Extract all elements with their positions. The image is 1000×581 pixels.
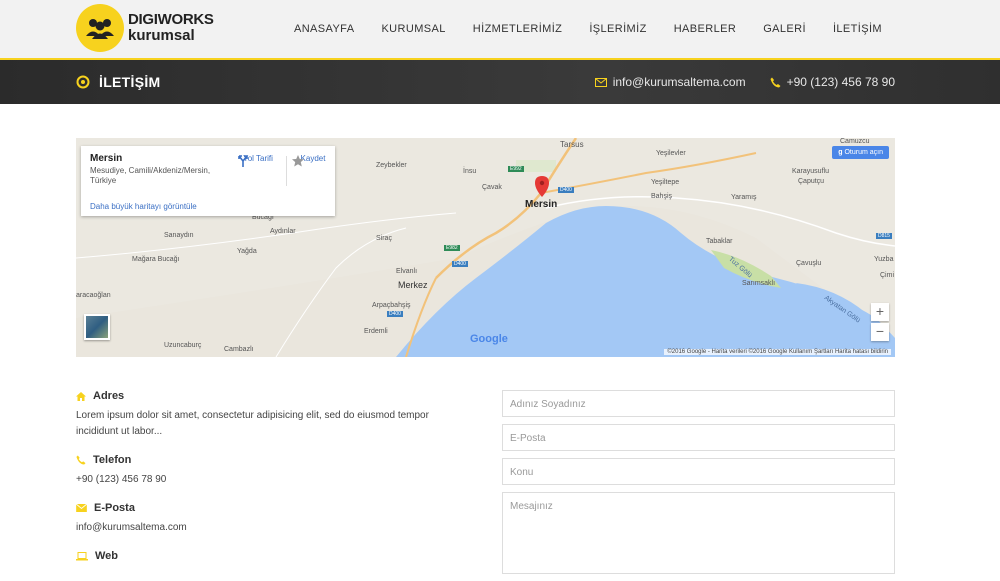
target-icon [76,75,90,89]
contact-form: Adınız Soyadınız E-Posta Konu Mesajınız [502,390,895,581]
map-label: Mağara Bucağı [132,256,180,263]
map-label: Camuzcu [840,138,870,145]
map-label: İnsu [463,168,477,175]
directions-icon [238,155,248,167]
map-label: Sanaydın [164,232,194,239]
road-sign: E982 [444,245,460,251]
map-label: Yaramış [731,194,757,201]
map-label: Zeybekler [376,162,407,169]
nav-anasayfa[interactable]: ANASAYFA [294,23,354,35]
name-input[interactable]: Adınız Soyadınız [502,390,895,417]
nav-galeri[interactable]: GALERİ [763,23,806,35]
brand-line2: kurumsal [128,27,195,44]
map-label: Cambazlı [224,346,254,353]
map-label: Bahşiş [651,193,673,200]
place-card: Mersin Mesudiye, Camili/Akdeniz/Mersin, … [81,146,335,216]
people-icon [76,4,124,52]
map-label-mersin: Mersin [525,199,558,210]
map-label: Siraç [376,235,392,242]
satellite-toggle[interactable] [84,314,110,340]
divider [286,156,287,186]
brand-line1: DIGIWORKS [128,11,214,28]
road-sign: D400 [558,187,574,193]
contact-info: Adres Lorem ipsum dolor sit amet, consec… [76,390,456,576]
header-phone[interactable]: +90 (123) 456 78 90 [770,75,895,89]
page-title: İLETİŞİM [99,74,161,90]
top-header: DIGIWORKS kurumsal ANASAYFA KURUMSAL HİZ… [0,0,1000,60]
map-label: Çaputçu [798,178,825,185]
directions-button[interactable]: Yol Tarifi [236,154,280,167]
laptop-icon [76,551,88,560]
home-icon [76,391,86,401]
web-title: Web [95,550,119,562]
road-sign: E992 [508,166,524,172]
envelope-icon [76,504,87,512]
map-label: Uzuncaburç [164,342,202,349]
envelope-icon [594,77,607,87]
address-text: Lorem ipsum dolor sit amet, consectetur … [76,410,429,437]
map-label: Yeşiltepe [651,179,680,186]
map-label: Tabaklar [706,238,733,245]
google-logo: Google [470,333,508,345]
nav-haberler[interactable]: HABERLER [674,23,737,35]
map-label: aracaoğlan [76,292,111,299]
header-phone-text: +90 (123) 456 78 90 [786,75,895,89]
nav-hizmetlerimiz[interactable]: HİZMETLERİMİZ [473,23,563,35]
save-button[interactable]: Kaydet [291,154,335,167]
subject-input[interactable]: Konu [502,458,895,485]
phone-text: +90 (123) 456 78 90 [76,474,167,485]
map-label: Elvanlı [396,268,418,275]
map-label: Sarımsaklı [742,280,776,287]
address-title: Adres [93,390,125,402]
map-label: Arpaçbahşiş [372,302,411,309]
signin-button[interactable]: g Oturum açın [832,146,889,159]
phone-icon [76,455,86,465]
nav-kurumsal[interactable]: KURUMSAL [381,23,445,35]
page-title-band: İLETİŞİM info@kurumsaltema.com +90 (123)… [0,60,1000,104]
email-title: E-Posta [94,502,135,514]
road-sign: D400 [387,311,403,317]
map-label: Çimi [880,272,894,279]
map-label: Aydınlar [270,228,296,235]
map-label: Tarsus [560,140,584,149]
email-input[interactable]: E-Posta [502,424,895,451]
map-label: Çavak [482,184,502,191]
nav-iletisim[interactable]: İLETİŞİM [833,23,882,35]
bigger-map-link[interactable]: Daha büyük haritayı görüntüle [90,202,197,211]
email-text[interactable]: info@kurumsaltema.com [76,520,456,536]
map-label: Erdemli [364,328,388,335]
map-label: Merkez [398,280,428,290]
message-textarea[interactable]: Mesajınız [502,492,895,574]
road-sign: D815 [876,233,892,239]
logo[interactable]: DIGIWORKS kurumsal [76,4,214,52]
map-attribution[interactable]: ©2016 Google - Harita verileri ©2016 Goo… [664,349,891,355]
zoom-in-button[interactable]: + [871,303,889,321]
zoom-out-button[interactable]: − [871,323,889,341]
map-label: Yuzba [874,256,894,263]
map-label: Karayusuflu [792,168,829,175]
star-icon [292,155,304,167]
signin-label: Oturum açın [844,149,883,156]
map-label: Yağda [237,248,257,255]
map-label: Yeşilevler [656,150,686,157]
phone-title: Telefon [93,454,132,466]
header-email-text: info@kurumsaltema.com [612,75,746,89]
nav-islerimiz[interactable]: İŞLERİMİZ [589,23,646,35]
phone-icon [770,77,781,87]
main-nav: ANASAYFA KURUMSAL HİZMETLERİMİZ İŞLERİMİ… [294,23,882,35]
map-label: Çavuşlu [796,260,822,267]
place-address: Mesudiye, Camili/Akdeniz/Mersin, Türkiye [90,166,211,185]
road-sign: D400 [452,261,468,267]
header-email[interactable]: info@kurumsaltema.com [594,75,746,89]
google-map[interactable]: Tarsus Yeşilevler Camuzcu İnsu Zeybekler… [76,138,895,357]
